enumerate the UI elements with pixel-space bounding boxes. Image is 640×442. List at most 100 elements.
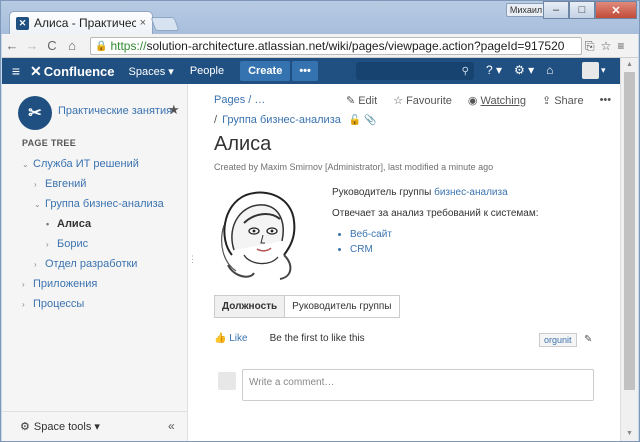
thumbs-up-icon: 👍: [214, 333, 227, 344]
home-button[interactable]: ⌂: [62, 38, 82, 53]
create-more-button[interactable]: •••: [292, 61, 318, 81]
tree-item-ba-group[interactable]: ⌄ Группа бизнес-анализа: [22, 194, 164, 214]
scrollbar-thumb[interactable]: [624, 72, 635, 390]
settings-gear-icon[interactable]: ⚙ ▾: [514, 63, 534, 77]
more-actions-button[interactable]: •••: [600, 94, 612, 107]
comment-input[interactable]: Write a comment…: [242, 369, 594, 401]
notifications-bell-icon[interactable]: ⌂: [546, 63, 553, 77]
address-bar[interactable]: 🔒 https:// solution-architecture.atlassi…: [90, 37, 582, 55]
menu-icon[interactable]: ≡: [617, 39, 624, 54]
app-switcher-icon[interactable]: ≡: [2, 63, 30, 79]
page-tree-heading: PAGE TREE: [22, 138, 77, 148]
confluence-logo-icon: ✕: [30, 62, 42, 79]
tab-strip: ✕ Алиса - Практическ × Михаил – □ ✕: [1, 1, 639, 34]
tree-item-processes[interactable]: › Процессы: [22, 294, 164, 314]
translate-icon[interactable]: ⎘: [585, 39, 595, 54]
breadcrumb-parent-link[interactable]: Группа бизнес-анализа: [222, 114, 341, 126]
breadcrumb-parent: / Группа бизнес-анализа 🔓 📎: [214, 114, 377, 126]
system-link-crm[interactable]: CRM: [350, 244, 538, 259]
create-button[interactable]: Create: [240, 61, 291, 81]
tree-item-evgeny[interactable]: › Евгений: [22, 174, 164, 194]
tab-close-icon[interactable]: ×: [140, 17, 146, 29]
page-label-tag[interactable]: orgunit: [539, 333, 577, 347]
maximize-button[interactable]: □: [569, 1, 595, 19]
vertical-scrollbar[interactable]: ▲ ▼: [620, 58, 638, 441]
edit-button[interactable]: ✎ Edit: [346, 94, 377, 107]
portrait-image: [214, 185, 302, 283]
breadcrumb[interactable]: Pages / …: [214, 94, 265, 106]
edit-labels-pencil-icon[interactable]: ✎: [584, 334, 592, 345]
sidebar-resize-handle[interactable]: ⋮: [188, 254, 197, 265]
tree-item-label: Евгений: [45, 178, 87, 190]
help-icon[interactable]: ? ▾: [486, 63, 502, 77]
tree-item-label: Служба ИТ решений: [33, 158, 139, 170]
tree-item-it-service[interactable]: ⌄ Служба ИТ решений: [22, 154, 164, 174]
space-logo-icon[interactable]: ✂: [18, 96, 52, 130]
page-title: Алиса: [214, 133, 272, 155]
page-actions: ✎ Edit ☆ Favourite ◉ Watching ⇪ Share •••: [346, 94, 611, 107]
tree-item-apps[interactable]: › Приложения: [22, 274, 164, 294]
edit-label: Edit: [358, 95, 378, 107]
collapse-chevron-icon[interactable]: ›: [46, 240, 57, 249]
like-status-text: Be the first to like this: [269, 333, 365, 344]
user-avatar[interactable]: [582, 62, 599, 79]
back-button[interactable]: ←: [2, 38, 22, 53]
confluence-logo[interactable]: ✕ Confluence: [30, 63, 115, 80]
watching-label: Watching: [480, 95, 526, 107]
search-input[interactable]: ⚲: [356, 62, 474, 80]
restrictions-lock-icon[interactable]: 🔓: [349, 115, 361, 126]
like-row: 👍 Like Be the first to like this orgunit…: [214, 333, 594, 347]
position-table: Должность Руководитель группы: [214, 295, 400, 318]
browser-toolbar: ← → C ⌂ 🔒 https:// solution-architecture…: [2, 34, 638, 58]
scroll-down-icon[interactable]: ▼: [626, 430, 633, 437]
gear-icon: ⚙: [20, 421, 30, 433]
scroll-up-icon[interactable]: ▲: [626, 61, 633, 68]
tree-item-boris[interactable]: › Борис: [22, 234, 164, 254]
collapse-chevron-icon[interactable]: ›: [34, 260, 45, 269]
reload-button[interactable]: C: [42, 38, 62, 53]
share-label: Share: [554, 95, 584, 107]
minimize-button[interactable]: –: [543, 1, 569, 19]
expand-chevron-icon[interactable]: ⌄: [22, 160, 33, 169]
forward-button[interactable]: →: [22, 38, 42, 53]
close-window-button[interactable]: ✕: [595, 1, 637, 19]
like-button[interactable]: 👍 Like: [214, 333, 248, 344]
favourite-space-star-icon[interactable]: ★: [168, 102, 180, 118]
share-button[interactable]: ⇪ Share: [542, 94, 584, 107]
user-menu-chevron-icon[interactable]: ▾: [601, 65, 606, 76]
confluence-header: ≡ ✕ Confluence Spaces ▾ People Create ••…: [2, 58, 620, 84]
ba-group-link[interactable]: бизнес-анализа: [434, 187, 508, 198]
people-link[interactable]: People: [190, 65, 224, 77]
tree-item-label: Алиса: [57, 218, 92, 230]
collapse-chevron-icon[interactable]: ›: [22, 280, 33, 289]
page-byline: Created by Maxim Smirnov [Administrator]…: [214, 162, 494, 172]
tree-item-label: Отдел разработки: [45, 258, 138, 270]
url-text: solution-architecture.atlassian.net/wiki…: [146, 39, 565, 53]
watching-button[interactable]: ◉ Watching: [468, 94, 526, 107]
collapse-chevron-icon[interactable]: ›: [34, 180, 45, 189]
profile-chip[interactable]: Михаил: [506, 3, 546, 17]
bullet-icon: •: [46, 219, 50, 229]
space-tools-button[interactable]: ⚙ Space tools ▾: [2, 411, 187, 441]
collapse-sidebar-icon[interactable]: «: [168, 419, 175, 433]
collapse-chevron-icon[interactable]: ›: [22, 300, 33, 309]
tree-item-dev-dept[interactable]: › Отдел разработки: [22, 254, 164, 274]
page-main: Pages / … ✎ Edit ☆ Favourite ◉ Watching ⇪ Sh…: [214, 84, 614, 441]
space-sidebar: ✂ Практические занятия ★ PAGE TREE ⌄ Слу…: [2, 84, 188, 441]
space-tools-label: Space tools ▾: [33, 421, 100, 433]
system-link-website[interactable]: Веб-сайт: [350, 229, 538, 244]
expand-chevron-icon[interactable]: ⌄: [34, 200, 45, 209]
favourite-button[interactable]: ☆ Favourite: [393, 94, 452, 107]
position-value-cell: Руководитель группы: [292, 301, 392, 312]
new-tab-button[interactable]: [150, 17, 180, 31]
attachment-paperclip-icon[interactable]: 📎: [364, 115, 376, 126]
url-scheme: https://: [110, 39, 147, 53]
search-icon: ⚲: [461, 65, 469, 77]
browser-tab[interactable]: ✕ Алиса - Практическ ×: [9, 11, 153, 34]
spaces-menu[interactable]: Spaces ▾: [129, 65, 174, 78]
space-name-link[interactable]: Практические занятия: [58, 105, 172, 117]
tree-item-alisa[interactable]: • Алиса: [22, 214, 164, 234]
bookmark-star-icon[interactable]: ☆: [601, 39, 612, 54]
eye-icon: ◉: [467, 95, 478, 107]
content-area: ✂ Практические занятия ★ PAGE TREE ⌄ Слу…: [2, 84, 620, 441]
